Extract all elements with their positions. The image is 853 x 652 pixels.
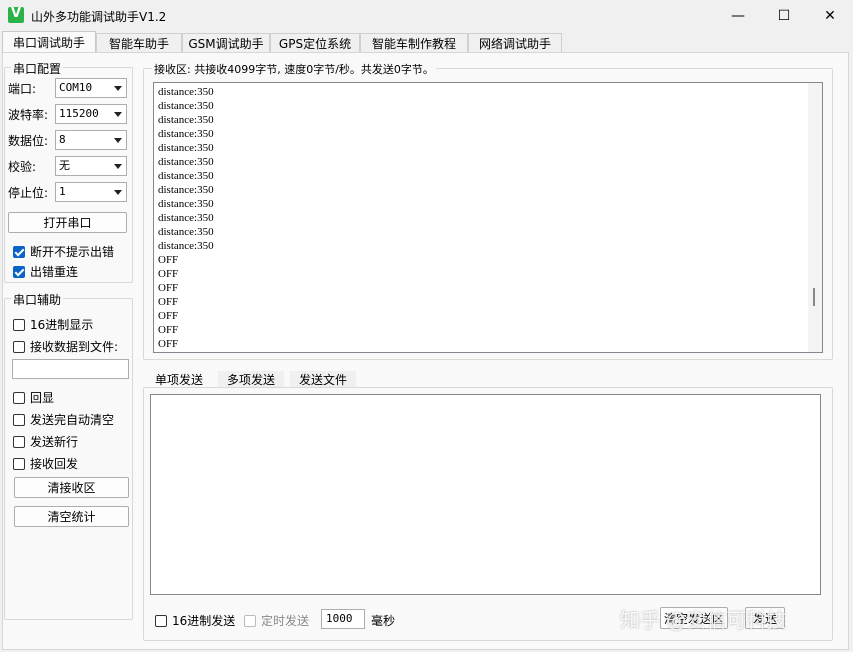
receive-line: distance:350 <box>158 86 214 98</box>
parity-label: 校验: <box>8 160 37 174</box>
clear-recv-button[interactable]: 清接收区 <box>14 477 129 498</box>
send-tab-multi[interactable]: 多项发送 <box>218 371 284 388</box>
hex-send-checkbox[interactable]: 16进制发送 <box>155 612 235 629</box>
receive-line: OFF <box>158 338 179 350</box>
receive-textarea[interactable]: distance:350 distance:350 distance:350 dist… <box>153 82 823 353</box>
tab-gsm[interactable]: GSM调试助手 <box>182 33 270 53</box>
receive-line: OFF <box>158 282 179 294</box>
interval-input[interactable]: 1000 <box>321 609 365 629</box>
no-error-prompt-checkbox[interactable]: 断开不提示出错 <box>13 243 114 260</box>
app-logo-icon: V <box>8 6 24 23</box>
interval-unit: 毫秒 <box>371 614 396 628</box>
checkbox-checked-icon <box>13 245 25 258</box>
send-tab-single[interactable]: 单项发送 <box>147 371 211 388</box>
send-tab-file[interactable]: 发送文件 <box>290 371 356 388</box>
receive-lines: distance:350 distance:350 distance:350 dist… <box>158 85 214 351</box>
tab-smartcar[interactable]: 智能车助手 <box>96 33 182 53</box>
receive-line: distance:350 <box>158 156 214 168</box>
databits-select[interactable]: 8 <box>55 130 127 150</box>
receive-line: distance:350 <box>158 128 214 140</box>
baud-label: 波特率: <box>8 108 49 122</box>
receive-line: distance:350 <box>158 212 214 224</box>
title-bar: V 山外多功能调试助手V1.2 — ☐ ✕ <box>0 0 853 31</box>
chevron-down-icon <box>114 190 122 195</box>
maximize-icon[interactable]: ☐ <box>761 0 807 31</box>
chevron-down-icon <box>114 164 122 169</box>
chevron-down-icon <box>114 112 122 117</box>
receive-line: distance:350 <box>158 142 214 154</box>
databits-label: 数据位: <box>8 134 49 148</box>
receive-line: distance:350 <box>158 198 214 210</box>
minimize-icon[interactable]: — <box>715 0 761 31</box>
recv-reply-checkbox[interactable]: 接收回发 <box>13 455 78 472</box>
tab-serial-debug[interactable]: 串口调试助手 <box>2 31 96 53</box>
clear-stats-button[interactable]: 清空统计 <box>14 506 129 527</box>
stopbits-select[interactable]: 1 <box>55 182 127 202</box>
receive-line: OFF <box>158 268 179 280</box>
tab-tutorial[interactable]: 智能车制作教程 <box>360 33 468 53</box>
watermark-text: 知乎 @安信可科技 <box>620 608 787 632</box>
receive-line: distance:350 <box>158 114 214 126</box>
hex-display-checkbox[interactable]: 16进制显示 <box>13 316 93 333</box>
close-icon[interactable]: ✕ <box>807 0 853 31</box>
receive-line: OFF <box>158 254 179 266</box>
timed-send-checkbox[interactable]: 定时发送 <box>244 612 309 629</box>
auto-clear-checkbox[interactable]: 发送完自动清空 <box>13 411 114 428</box>
receive-line: OFF <box>158 296 179 308</box>
receive-line: distance:350 <box>158 240 214 252</box>
receive-scrollbar[interactable] <box>808 83 822 352</box>
serial-assist-title: 串口辅助 <box>11 291 64 308</box>
echo-checkbox[interactable]: 回显 <box>13 389 54 406</box>
send-textarea[interactable] <box>150 394 821 595</box>
tab-gps[interactable]: GPS定位系统 <box>270 33 360 53</box>
receive-line: OFF <box>158 324 179 336</box>
port-select[interactable]: COM10 <box>55 78 127 98</box>
send-newline-checkbox[interactable]: 发送新行 <box>13 433 78 450</box>
parity-select[interactable]: 无 <box>55 156 127 176</box>
file-path-input[interactable] <box>12 359 129 379</box>
tab-network[interactable]: 网络调试助手 <box>468 33 562 53</box>
stopbits-label: 停止位: <box>8 186 49 200</box>
reconnect-checkbox[interactable]: 出错重连 <box>13 263 78 280</box>
receive-status: 接收区: 共接收4099字节, 速度0字节/秒。共发送0字节。 <box>152 61 436 77</box>
port-label: 端口: <box>8 82 37 96</box>
receive-line: OFF <box>158 310 179 322</box>
checkbox-checked-icon <box>13 265 25 278</box>
chevron-down-icon <box>114 86 122 91</box>
chevron-down-icon <box>114 138 122 143</box>
save-to-file-checkbox[interactable]: 接收数据到文件: <box>13 338 118 355</box>
receive-line: distance:350 <box>158 100 214 112</box>
receive-line: distance:350 <box>158 170 214 182</box>
receive-line: distance:350 <box>158 226 214 238</box>
baud-select[interactable]: 115200 <box>55 104 127 124</box>
receive-line: distance:350 <box>158 184 214 196</box>
open-port-button[interactable]: 打开串口 <box>8 212 127 233</box>
window-title: 山外多功能调试助手V1.2 <box>31 10 167 24</box>
scroll-thumb[interactable] <box>813 288 815 306</box>
main-tab-bar: 串口调试助手 智能车助手 GSM调试助手 GPS定位系统 智能车制作教程 网络调… <box>0 31 853 53</box>
serial-config-title: 串口配置 <box>11 60 64 77</box>
